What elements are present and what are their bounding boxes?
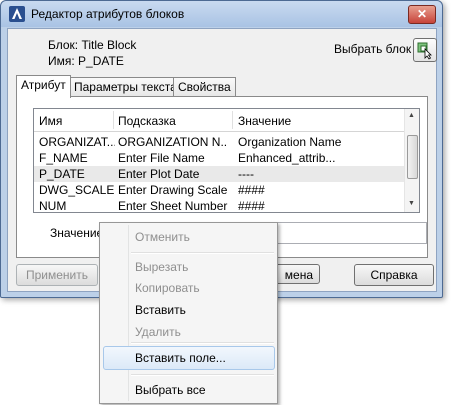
cell-prompt: ORGANIZATION N... — [118, 135, 228, 149]
scroll-up-arrow-icon[interactable]: ▲ — [408, 112, 415, 119]
attribute-tag-label: Имя: P_DATE — [48, 54, 124, 68]
select-block-button[interactable] — [413, 38, 437, 62]
column-header-prompt[interactable]: Подсказка — [118, 114, 176, 128]
cell-name: P_DATE — [39, 167, 85, 181]
select-block-label: Выбрать блок — [334, 42, 412, 56]
table-row[interactable]: DWG_SCALE Enter Drawing Scale #### — [34, 182, 405, 198]
menu-separator — [131, 252, 274, 254]
select-block-icon — [417, 42, 432, 60]
menu-item-insert-field[interactable]: Вставить поле... — [135, 351, 226, 365]
cell-name: F_NAME — [39, 151, 88, 165]
menu-item-delete[interactable]: Удалить — [135, 325, 181, 339]
column-header-name[interactable]: Имя — [39, 114, 62, 128]
menu-item-select-all[interactable]: Выбрать все — [135, 383, 206, 397]
column-header-value[interactable]: Значение — [238, 114, 291, 128]
table-row[interactable]: F_NAME Enter File Name Enhanced_attrib..… — [34, 150, 405, 166]
menu-item-paste[interactable]: Вставить — [135, 303, 186, 317]
menu-item-undo[interactable]: Отменить — [135, 230, 190, 244]
cell-prompt: Enter Drawing Scale — [118, 183, 228, 197]
menu-item-cut[interactable]: Вырезать — [135, 260, 188, 274]
cell-value: #### — [238, 183, 265, 197]
context-menu: Отменить Вырезать Копировать Вставить Уд… — [99, 222, 278, 404]
cell-value: Organization Name — [238, 135, 342, 149]
menu-item-copy[interactable]: Копировать — [135, 281, 200, 295]
cell-name: DWG_SCALE — [39, 183, 115, 197]
scrollbar-thumb[interactable] — [407, 135, 418, 179]
attribute-table[interactable]: Имя Подсказка Значение ORGANIZAT... ORGA… — [33, 108, 420, 213]
cell-prompt: Enter File Name — [118, 151, 205, 165]
table-scrollbar[interactable]: ▲ ▼ — [404, 109, 419, 212]
tab-attribute[interactable]: Атрибут — [16, 75, 71, 98]
autocad-app-icon — [9, 6, 25, 22]
cell-prompt: Enter Plot Date — [118, 167, 200, 181]
tab-text-options[interactable]: Параметры текста — [69, 77, 182, 97]
tab-properties[interactable]: Свойства — [173, 77, 236, 97]
cell-value: #### — [238, 199, 265, 213]
menu-separator — [131, 342, 274, 344]
cell-prompt: Enter Sheet Number — [118, 199, 228, 213]
scroll-down-arrow-icon[interactable]: ▼ — [408, 200, 415, 207]
menu-gutter — [128, 225, 129, 401]
table-row-selected[interactable]: P_DATE Enter Plot Date ---- — [34, 166, 405, 182]
help-button[interactable]: Справка — [354, 264, 434, 286]
cell-name: NUM — [39, 199, 67, 213]
apply-button[interactable]: Применить — [16, 264, 98, 286]
title-bar[interactable]: Редактор атрибутов блоков ✕ — [1, 1, 442, 27]
cell-name: ORGANIZAT... — [39, 135, 115, 149]
block-name-label: Блок: Title Block — [48, 38, 137, 52]
table-header: Имя Подсказка Значение — [34, 109, 405, 132]
menu-separator — [131, 374, 274, 376]
cell-value: ---- — [238, 167, 254, 181]
table-row[interactable]: ORGANIZAT... ORGANIZATION N... Organizat… — [34, 134, 405, 150]
window-title: Редактор атрибутов блоков — [31, 7, 185, 21]
cell-value: Enhanced_attrib... — [238, 151, 336, 165]
close-button[interactable]: ✕ — [408, 5, 436, 24]
table-row[interactable]: NUM Enter Sheet Number #### — [34, 198, 405, 213]
